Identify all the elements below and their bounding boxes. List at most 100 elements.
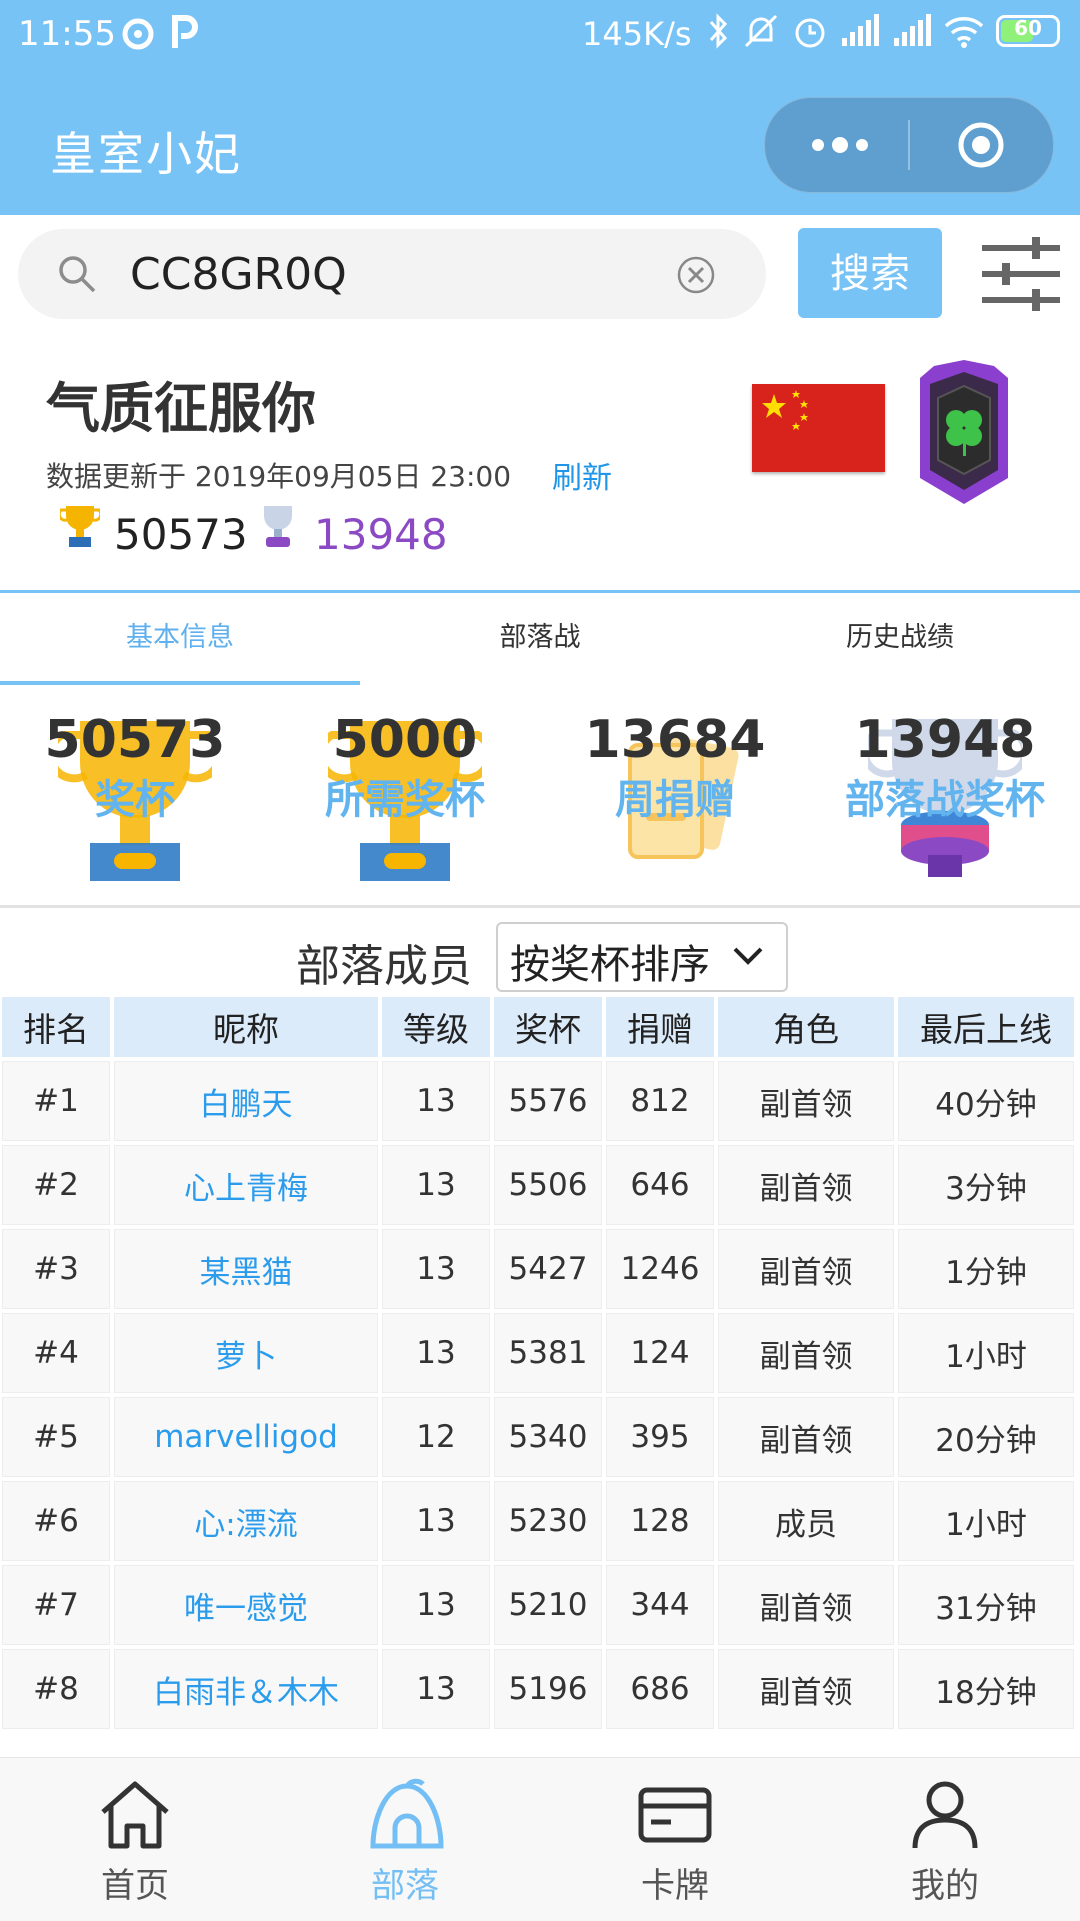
tab-label: 历史战绩 (846, 622, 954, 653)
status-left-icons (120, 12, 200, 52)
sort-select-value: 按奖杯排序 (510, 942, 710, 988)
tab-history[interactable]: 历史战绩 (720, 593, 1080, 683)
level-cell: 13 (382, 1229, 490, 1309)
stat-required-trophies: 5000 所需奖杯 (270, 685, 540, 905)
column-header[interactable]: 最后上线 (898, 997, 1074, 1057)
nav-label: 我的 (911, 1866, 979, 1906)
signal-icon (842, 14, 879, 46)
wifi-icon (944, 17, 984, 48)
role-cell: 成员 (718, 1481, 894, 1561)
level-cell: 13 (382, 1145, 490, 1225)
bottom-nav: 首页 部落 卡牌 我的 (0, 1757, 1080, 1921)
search-button[interactable]: 搜索 (798, 228, 942, 318)
stat-trophies: 50573 奖杯 (0, 685, 270, 905)
clear-icon[interactable] (676, 255, 716, 295)
donations-cell: 686 (606, 1649, 714, 1729)
level-cell: 13 (382, 1565, 490, 1645)
table-row[interactable]: #2 心上青梅 13 5506 646 副首领 3分钟 (2, 1145, 1074, 1225)
battery-level: 60 (1014, 16, 1042, 40)
level-cell: 13 (382, 1649, 490, 1729)
table-row[interactable]: #1 白鹏天 13 5576 812 副首领 40分钟 (2, 1061, 1074, 1141)
nickname-link[interactable]: 萝卜 (114, 1313, 378, 1393)
bluetooth-icon (709, 13, 728, 49)
column-header[interactable]: 等级 (382, 997, 490, 1057)
stat-label: 部落战奖杯 (845, 777, 1045, 823)
role-cell: 副首领 (718, 1313, 894, 1393)
trophies-cell: 5576 (494, 1061, 602, 1141)
sort-select[interactable]: 按奖杯排序 (496, 922, 788, 992)
donations-cell: 646 (606, 1145, 714, 1225)
level-cell: 13 (382, 1313, 490, 1393)
home-icon (101, 1781, 169, 1849)
nav-label: 卡牌 (641, 1866, 709, 1906)
rank-cell: #2 (2, 1145, 110, 1225)
tab-label: 基本信息 (126, 622, 234, 653)
trophies-cell: 5210 (494, 1565, 602, 1645)
search-input[interactable]: CC8GR0Q (18, 229, 766, 319)
role-cell: 副首领 (718, 1397, 894, 1477)
tab-basic-info[interactable]: 基本信息 (0, 593, 360, 685)
column-header[interactable]: 角色 (718, 997, 894, 1057)
mute-bell-icon (744, 14, 778, 48)
trophies-cell: 5427 (494, 1229, 602, 1309)
table-row[interactable]: #3 某黑猫 13 5427 1246 副首领 1分钟 (2, 1229, 1074, 1309)
more-icon[interactable] (805, 130, 875, 160)
column-header[interactable]: 奖杯 (494, 997, 602, 1057)
nav-label: 首页 (101, 1866, 169, 1906)
table-row[interactable]: #4 萝卜 13 5381 124 副首领 1小时 (2, 1313, 1074, 1393)
level-cell: 12 (382, 1397, 490, 1477)
stat-value: 50573 (44, 710, 226, 770)
nav-me[interactable]: 我的 (810, 1758, 1080, 1921)
nav-home[interactable]: 首页 (0, 1758, 270, 1921)
filter-icon[interactable] (980, 235, 1062, 313)
chevron-down-icon (733, 947, 763, 965)
last-online-cell: 20分钟 (898, 1397, 1074, 1477)
table-row[interactable]: #7 唯一感觉 13 5210 344 副首领 31分钟 (2, 1565, 1074, 1645)
last-online-cell: 1小时 (898, 1313, 1074, 1393)
signal-icon-2 (894, 14, 931, 46)
stat-weekly-donations: 13684 周捐赠 (540, 685, 810, 905)
clan-stats: 50573 奖杯 5000 所需奖杯 13684 周捐赠 13948 部落战奖杯 (0, 685, 1080, 908)
nav-label: 部落 (371, 1866, 439, 1906)
nickname-link[interactable]: marvelligod (114, 1397, 378, 1477)
column-header[interactable]: 捐赠 (606, 997, 714, 1057)
table-header-row: 排名 昵称 等级 奖杯 捐赠 角色 最后上线 (2, 997, 1074, 1057)
app-header: 11:55 145K/s 60 皇室小妃 (0, 0, 1080, 215)
china-flag-icon (752, 384, 885, 472)
role-cell: 副首领 (718, 1145, 894, 1225)
rank-cell: #1 (2, 1061, 110, 1141)
column-header[interactable]: 排名 (2, 997, 110, 1057)
nav-cards[interactable]: 卡牌 (540, 1758, 810, 1921)
table-row[interactable]: #8 白雨非＆木木 13 5196 686 副首领 18分钟 (2, 1649, 1074, 1729)
members-header: 部落成员 按奖杯排序 (0, 920, 1080, 992)
mini-program-capsule (764, 97, 1054, 193)
network-speed: 145K/s (582, 15, 692, 53)
table-row[interactable]: #6 心:漂流 13 5230 128 成员 1小时 (2, 1481, 1074, 1561)
close-miniprogram-icon[interactable] (957, 121, 1005, 169)
war-trophy-icon (264, 506, 292, 547)
members-table: 排名 昵称 等级 奖杯 捐赠 角色 最后上线 #1 白鹏天 13 5576 81… (0, 993, 1078, 1733)
nav-tribe[interactable]: 部落 (270, 1758, 540, 1921)
last-online-cell: 3分钟 (898, 1145, 1074, 1225)
nickname-link[interactable]: 某黑猫 (114, 1229, 378, 1309)
stat-label: 奖杯 (95, 777, 175, 823)
table-row[interactable]: #5 marvelligod 12 5340 395 副首领 20分钟 (2, 1397, 1074, 1477)
search-bar: CC8GR0Q 搜索 (0, 215, 1080, 332)
battery-icon: 60 (996, 15, 1060, 47)
column-header[interactable]: 昵称 (114, 997, 378, 1057)
nickname-link[interactable]: 心:漂流 (114, 1481, 378, 1561)
donations-cell: 344 (606, 1565, 714, 1645)
last-online-cell: 1分钟 (898, 1229, 1074, 1309)
stat-value: 13948 (854, 710, 1036, 770)
nickname-link[interactable]: 白雨非＆木木 (114, 1649, 378, 1729)
level-cell: 13 (382, 1481, 490, 1561)
refresh-link[interactable]: 刷新 (552, 453, 612, 497)
nickname-link[interactable]: 唯一感觉 (114, 1565, 378, 1645)
last-online-cell: 18分钟 (898, 1649, 1074, 1729)
trophies-cell: 5196 (494, 1649, 602, 1729)
nickname-link[interactable]: 白鹏天 (114, 1061, 378, 1141)
role-cell: 副首领 (718, 1649, 894, 1729)
members-title: 部落成员 (296, 941, 472, 992)
nickname-link[interactable]: 心上青梅 (114, 1145, 378, 1225)
tab-clan-war[interactable]: 部落战 (360, 593, 720, 683)
